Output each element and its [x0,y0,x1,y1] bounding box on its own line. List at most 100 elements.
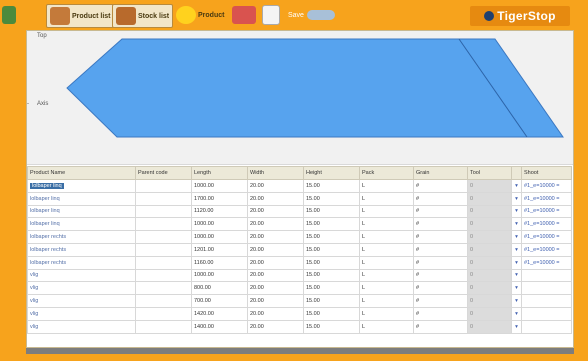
cell-product-name[interactable]: lolbaper rechts [27,230,136,244]
table-row[interactable]: lolbaper linq 1000.00 20.00 15.00 L #0 ▾ #1_e=1… [27,179,572,193]
cell-height[interactable]: 15.00 [303,319,360,334]
cell-product-name[interactable]: lolbaper linq [27,204,136,219]
cell-length[interactable]: 1201.00 [191,242,248,257]
dropdown-arrow-icon[interactable]: ▾ [511,179,522,193]
cell-shoot[interactable]: #1_e=10000 = [521,217,572,232]
table-row[interactable]: lolbaper linq 1120.00 20.00 15.00 L #0 ▾ #1_e=1… [27,204,572,219]
cell-grain[interactable]: # [413,306,468,321]
cell-length[interactable]: 1000.00 [191,268,248,283]
cell-shoot[interactable]: #1_e=10000 = [521,230,572,244]
cell-tool[interactable]: 0 [467,281,512,296]
dropdown-arrow-icon[interactable]: ▾ [511,306,522,321]
cell-shoot[interactable]: #1_e=10000 = [521,179,572,193]
table-row[interactable]: lolbaper linq 1000.00 20.00 15.00 L #0 ▾ #1_e=1… [27,217,572,232]
dropdown-arrow-icon[interactable]: ▾ [511,242,522,257]
cell-width[interactable]: 20.00 [247,230,304,244]
cell-parent-code[interactable] [135,191,192,206]
header-height[interactable]: Height [303,166,360,180]
cell-pack[interactable]: L [359,268,414,283]
cell-shoot[interactable] [521,294,572,308]
cell-tool[interactable]: 0 [467,294,512,308]
cell-tool[interactable]: 0 [467,191,512,206]
edit-button[interactable] [232,4,258,26]
cell-width[interactable]: 20.00 [247,319,304,334]
cell-product-name[interactable]: lolbaper rechts [27,255,136,270]
cell-parent-code[interactable] [135,281,192,296]
cell-pack[interactable]: L [359,306,414,321]
cell-shoot[interactable] [521,306,572,321]
cell-parent-code[interactable] [135,242,192,257]
cell-width[interactable]: 20.00 [247,242,304,257]
cell-shoot[interactable] [521,268,572,283]
cell-parent-code[interactable] [135,319,192,334]
header-product-name[interactable]: Product Name [27,166,136,180]
cell-length[interactable]: 1000.00 [191,217,248,232]
cell-height[interactable]: 15.00 [303,306,360,321]
cell-width[interactable]: 20.00 [247,306,304,321]
cell-width[interactable]: 20.00 [247,268,304,283]
header-grain[interactable]: Grain [413,166,468,180]
cell-grain[interactable]: # [413,191,468,206]
table-row[interactable]: lolbaper linq 1700.00 20.00 15.00 L #0 ▾ #1_e=1… [27,191,572,206]
cell-grain[interactable]: # [413,294,468,308]
cell-grain[interactable]: # [413,319,468,334]
cell-product-name[interactable]: vlig [27,268,136,283]
table-row[interactable]: vlig 1420.00 20.00 15.00 L #0 ▾ [27,306,572,321]
dropdown-arrow-icon[interactable]: ▾ [511,268,522,283]
cell-parent-code[interactable] [135,306,192,321]
cell-length[interactable]: 1700.00 [191,191,248,206]
dropdown-arrow-icon[interactable]: ▾ [511,281,522,296]
cell-parent-code[interactable] [135,230,192,244]
cell-parent-code[interactable] [135,179,192,193]
cell-product-name[interactable]: lolbaper linq [27,217,136,232]
dropdown-arrow-icon[interactable]: ▾ [511,191,522,206]
dropdown-arrow-icon[interactable]: ▾ [511,204,522,219]
cell-pack[interactable]: L [359,294,414,308]
cell-tool[interactable]: 0 [467,306,512,321]
cell-pack[interactable]: L [359,242,414,257]
cell-parent-code[interactable] [135,268,192,283]
table-row[interactable]: vlig 1000.00 20.00 15.00 L #0 ▾ [27,268,572,283]
cell-tool[interactable]: 0 [467,230,512,244]
cell-height[interactable]: 15.00 [303,217,360,232]
table-row[interactable]: lolbaper rechts 1160.00 20.00 15.00 L #0 ▾ #1_e… [27,255,572,270]
header-tool[interactable]: Tool [467,166,512,180]
cell-grain[interactable]: # [413,242,468,257]
cell-tool[interactable]: 0 [467,217,512,232]
cell-height[interactable]: 15.00 [303,179,360,193]
cell-shoot[interactable] [521,281,572,296]
cell-product-name[interactable]: lolbaper linq [27,191,136,206]
cell-product-name[interactable]: vlig [27,319,136,334]
cell-product-name[interactable]: lolbaper linq [27,179,136,193]
product-list-button[interactable]: Product list [46,4,115,28]
save-button[interactable]: Save [288,4,337,26]
dropdown-arrow-icon[interactable]: ▾ [511,230,522,244]
cell-grain[interactable]: # [413,255,468,270]
header-shoot[interactable]: Shoot [521,166,572,180]
cell-length[interactable]: 1400.00 [191,319,248,334]
cell-length[interactable]: 1420.00 [191,306,248,321]
cell-product-name[interactable]: vlig [27,294,136,308]
cell-parent-code[interactable] [135,294,192,308]
cell-height[interactable]: 15.00 [303,281,360,296]
cell-parent-code[interactable] [135,255,192,270]
cell-width[interactable]: 20.00 [247,204,304,219]
home-button[interactable] [2,4,18,26]
cell-grain[interactable]: # [413,179,468,193]
header-parent-code[interactable]: Parent code [135,166,192,180]
cell-height[interactable]: 15.00 [303,268,360,283]
table-row[interactable]: vlig 800.00 20.00 15.00 L #0 ▾ [27,281,572,296]
cell-tool[interactable]: 0 [467,319,512,334]
cell-tool[interactable]: 0 [467,242,512,257]
cell-width[interactable]: 20.00 [247,179,304,193]
cell-width[interactable]: 20.00 [247,281,304,296]
cell-width[interactable]: 20.00 [247,217,304,232]
cell-pack[interactable]: L [359,204,414,219]
table-row[interactable]: lolbaper rechts 1201.00 20.00 15.00 L #0 ▾ #1_e… [27,242,572,257]
cell-tool[interactable]: 0 [467,204,512,219]
cell-height[interactable]: 15.00 [303,204,360,219]
cell-grain[interactable]: # [413,281,468,296]
cell-width[interactable]: 20.00 [247,255,304,270]
cell-length[interactable]: 1000.00 [191,230,248,244]
cell-height[interactable]: 15.00 [303,191,360,206]
